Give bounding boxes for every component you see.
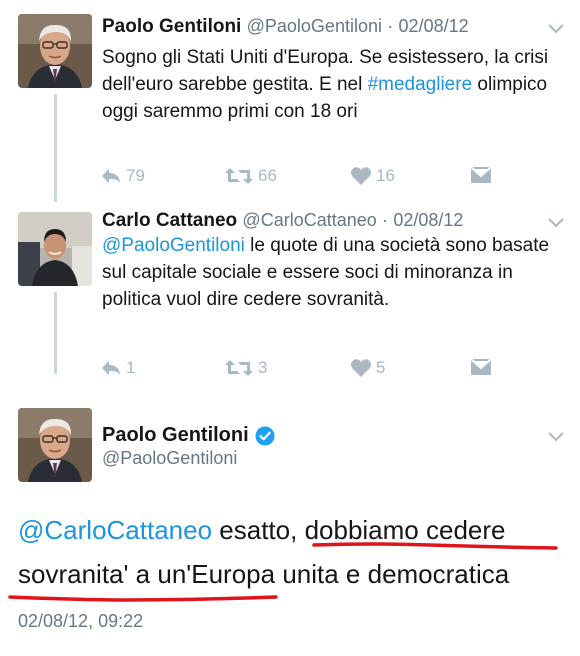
retweet-icon: [225, 168, 253, 184]
separator: ·: [387, 16, 394, 36]
retweet-count: 3: [258, 358, 268, 377]
tweet-actions: 79 66 16: [100, 166, 500, 190]
display-name[interactable]: Carlo Cattaneo: [102, 210, 237, 231]
direct-message-button[interactable]: [470, 166, 492, 184]
tweet-text: Sogno gli Stati Uniti d'Europa. Se esist…: [102, 44, 568, 125]
hashtag-link[interactable]: #medagliere: [368, 74, 473, 95]
like-button[interactable]: 5: [350, 358, 385, 378]
user-handle[interactable]: @PaoloGentiloni: [247, 16, 382, 36]
like-icon: [350, 359, 372, 377]
like-count: 16: [376, 166, 395, 185]
reply-count: 1: [126, 358, 136, 377]
underlined-text-part: dobbiamo cedere: [304, 515, 506, 545]
reply-button[interactable]: 1: [100, 358, 135, 378]
display-name: Paolo Gentiloni: [102, 424, 249, 446]
tweet-1[interactable]: Paolo Gentiloni @PaoloGentiloni · 02/08/…: [0, 0, 580, 202]
tweet-text-part: unita e democratica: [275, 559, 510, 589]
like-count: 5: [376, 358, 386, 377]
avatar[interactable]: [18, 14, 92, 88]
tweet-2[interactable]: Carlo Cattaneo @CarloCattaneo · 02/08/12…: [0, 200, 580, 390]
tweet-header: Paolo Gentiloni @PaoloGentiloni · 02/08/…: [102, 16, 469, 38]
mention-link[interactable]: @PaoloGentiloni: [102, 235, 245, 256]
tweet-header: Carlo Cattaneo @CarloCattaneo · 02/08/12: [102, 210, 463, 232]
chevron-down-icon[interactable]: [548, 24, 564, 34]
tweet-text-part: esatto,: [212, 515, 305, 545]
avatar[interactable]: [18, 408, 92, 482]
main-display-name[interactable]: Paolo Gentiloni: [102, 424, 275, 447]
thread-line: [54, 94, 57, 202]
main-tweet-text: @CarloCattaneo esatto, dobbiamo cedere so…: [18, 508, 574, 596]
like-icon: [350, 167, 372, 185]
tweet-actions: 1 3 5: [100, 358, 500, 382]
reply-count: 79: [126, 166, 145, 185]
tweet-date[interactable]: 02/08/12: [399, 16, 469, 36]
reply-button[interactable]: 79: [100, 166, 145, 186]
tweet-timestamp[interactable]: 02/08/12, 09:22: [18, 611, 143, 632]
thread-line: [54, 292, 57, 374]
separator: ·: [382, 210, 389, 230]
avatar[interactable]: [18, 212, 92, 286]
underlined-text-part: sovranita' a un'Europa: [18, 559, 276, 589]
direct-message-icon: [470, 358, 492, 375]
main-user-handle[interactable]: @PaoloGentiloni: [102, 448, 237, 469]
direct-message-button[interactable]: [470, 358, 492, 376]
chevron-down-icon[interactable]: [548, 432, 564, 442]
verified-badge-icon: [255, 426, 275, 445]
reply-icon: [102, 169, 120, 183]
retweet-button[interactable]: 66: [224, 166, 277, 186]
retweet-count: 66: [258, 166, 277, 185]
tweet-date[interactable]: 02/08/12: [393, 210, 463, 230]
direct-message-icon: [470, 166, 492, 183]
chevron-down-icon[interactable]: [548, 218, 564, 228]
like-button[interactable]: 16: [350, 166, 395, 186]
retweet-icon: [225, 360, 253, 376]
display-name[interactable]: Paolo Gentiloni: [102, 16, 241, 37]
user-handle[interactable]: @CarloCattaneo: [242, 210, 376, 230]
retweet-button[interactable]: 3: [224, 358, 267, 378]
mention-link[interactable]: @CarloCattaneo: [18, 515, 212, 545]
tweet-text: @PaoloGentiloni le quote di una società …: [102, 232, 568, 313]
reply-icon: [102, 361, 120, 375]
